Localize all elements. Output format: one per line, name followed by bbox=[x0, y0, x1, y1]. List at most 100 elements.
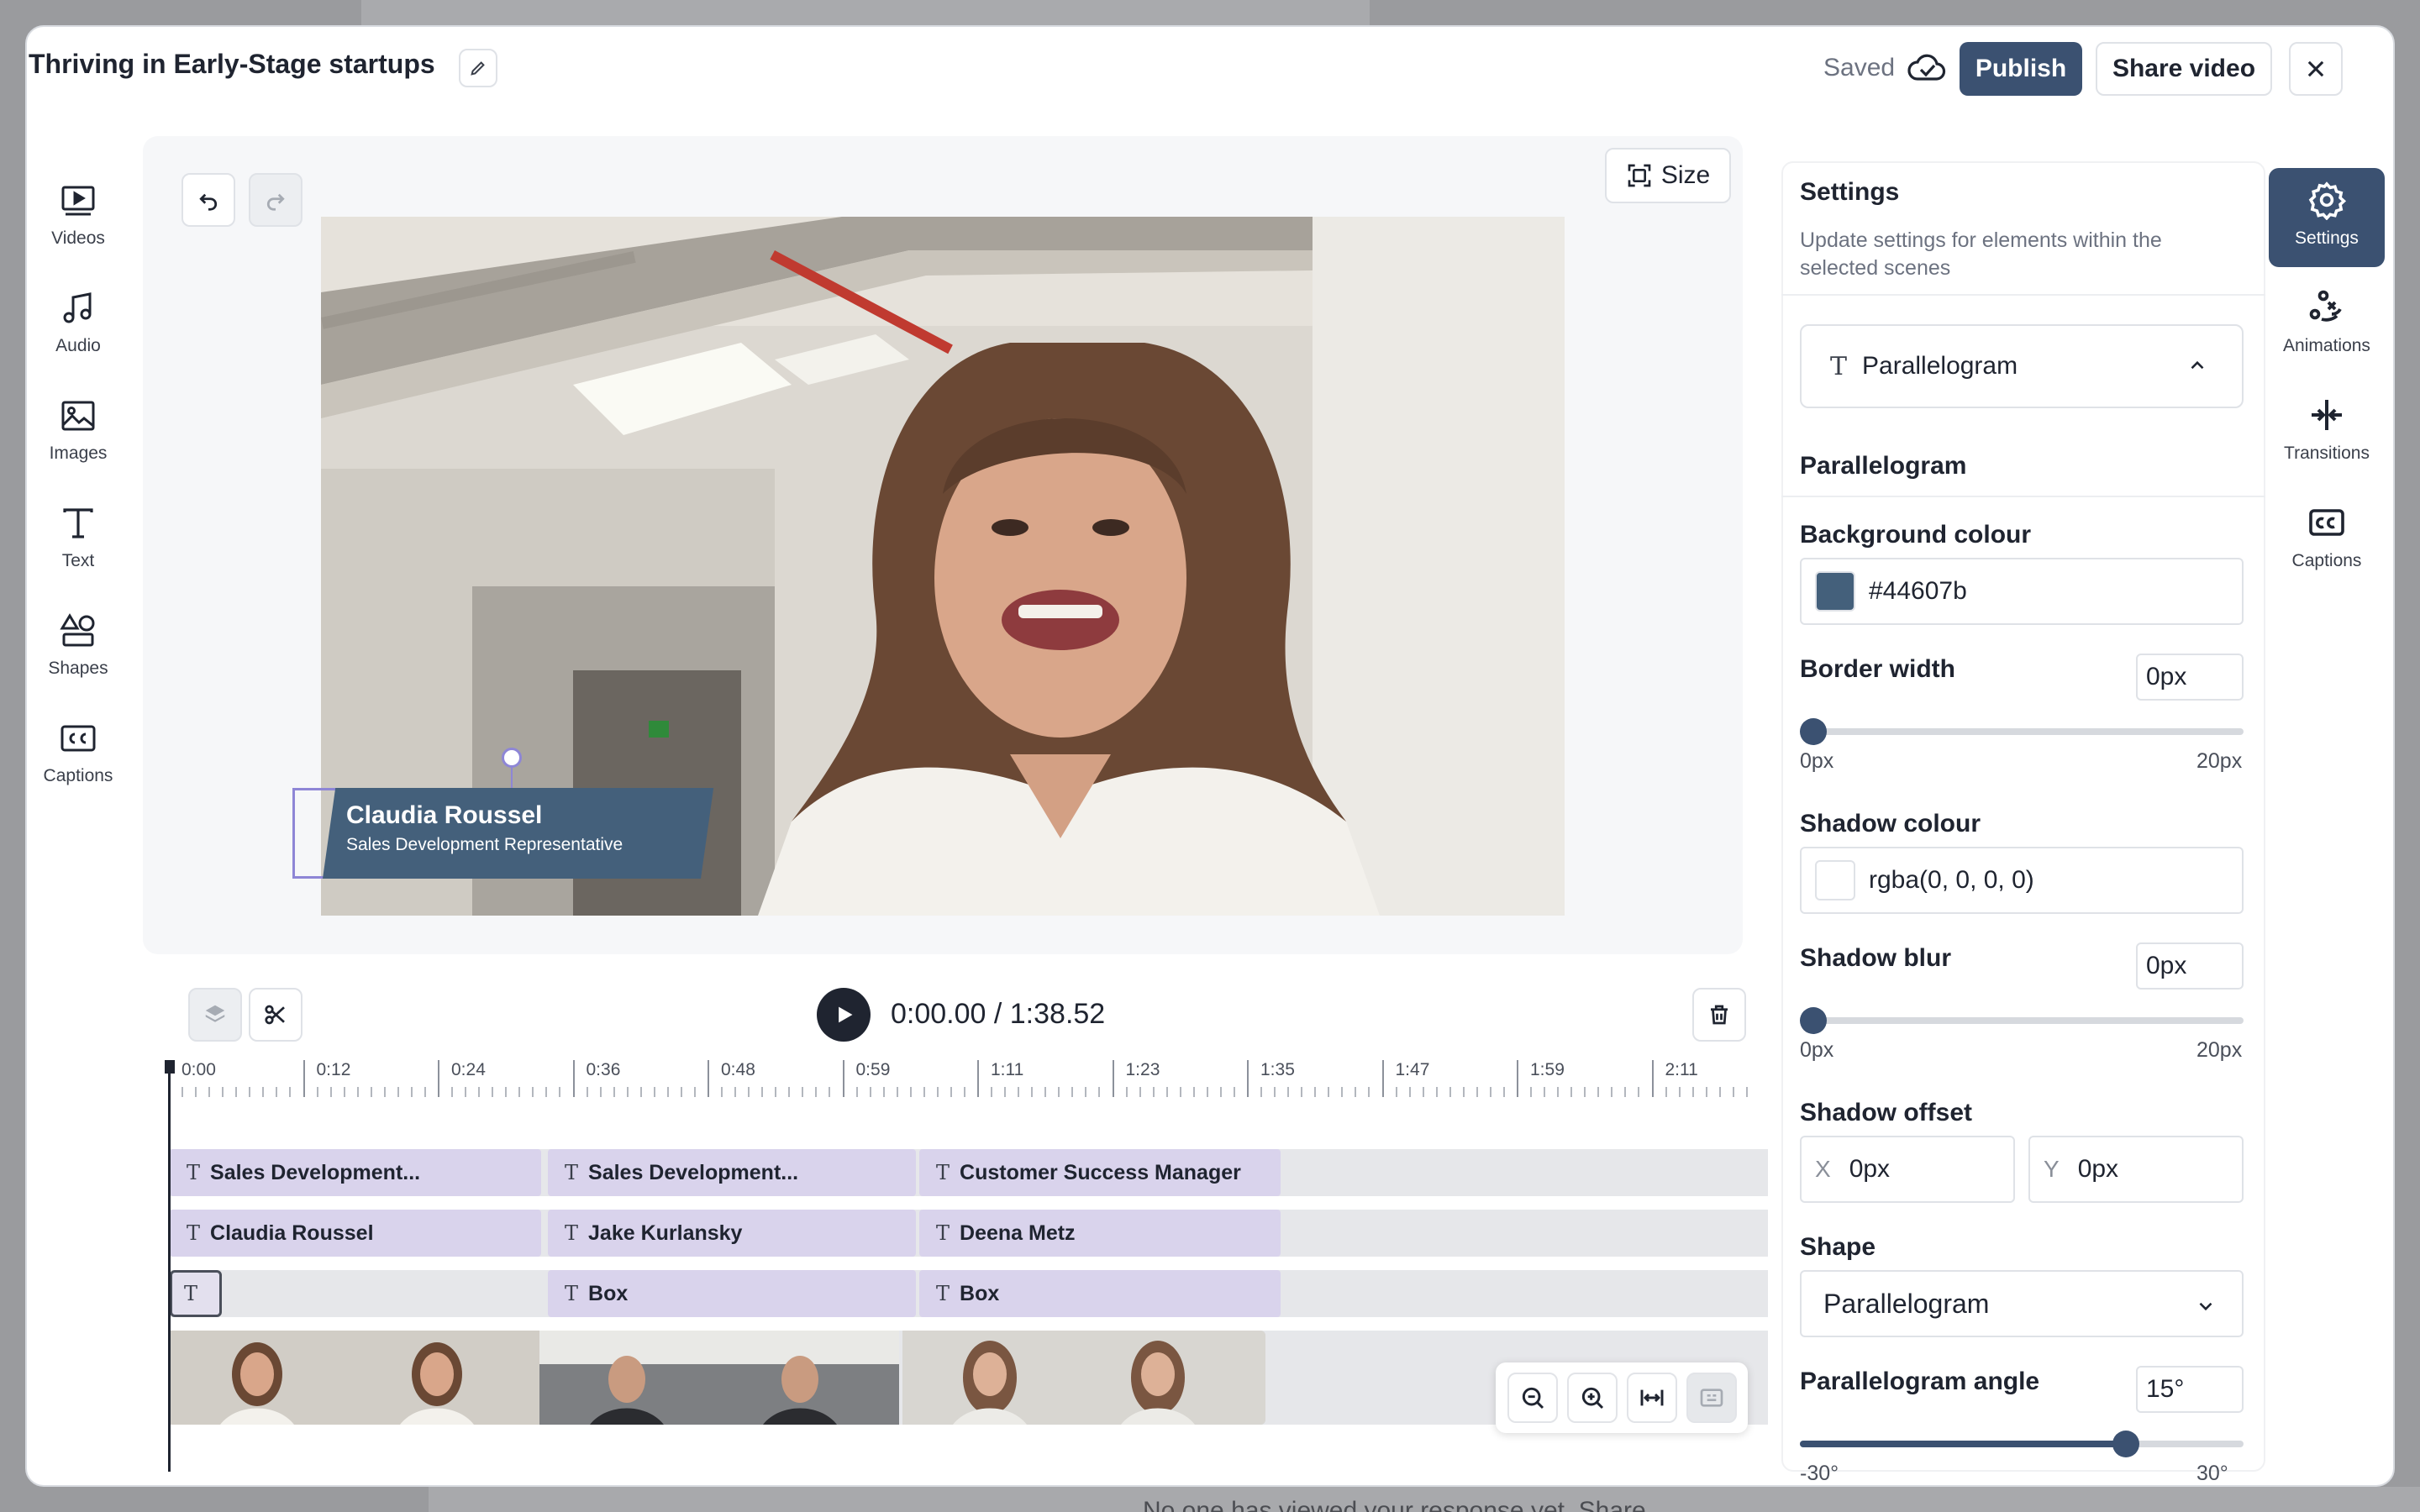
ruler-tick bbox=[1651, 1060, 1654, 1097]
rail-audio[interactable]: Audio bbox=[17, 287, 139, 380]
ruler-tick bbox=[734, 1087, 737, 1097]
trash-icon bbox=[1711, 1005, 1728, 1025]
ruler-tick bbox=[1058, 1087, 1060, 1097]
clip-shape-2[interactable]: T Box bbox=[548, 1270, 916, 1317]
pencil-icon bbox=[471, 61, 485, 76]
video-thumbnail[interactable] bbox=[708, 1331, 899, 1425]
rail-text[interactable]: Text bbox=[17, 502, 139, 595]
cloud-check-icon bbox=[1907, 54, 1946, 81]
text-icon: T bbox=[936, 1161, 950, 1184]
video-thumbnail[interactable] bbox=[336, 1331, 539, 1425]
share-video-button[interactable]: Share video bbox=[2096, 42, 2272, 96]
zoom-in-button[interactable] bbox=[1566, 1373, 1618, 1423]
ruler-tick bbox=[208, 1087, 211, 1097]
shadow-offset-x-input[interactable]: X 0px bbox=[1800, 1136, 2015, 1203]
slider-thumb[interactable] bbox=[1800, 1007, 1827, 1034]
fit-timeline-button[interactable] bbox=[1626, 1373, 1677, 1423]
playhead[interactable] bbox=[168, 1060, 171, 1472]
background-colour-label: Background colour bbox=[1800, 521, 2032, 549]
redo-button[interactable] bbox=[249, 173, 302, 227]
lower-third-name: Claudia Roussel bbox=[346, 801, 543, 829]
shape-select[interactable]: Parallelogram bbox=[1800, 1270, 2244, 1337]
undo-button[interactable] bbox=[182, 173, 235, 227]
layers-button[interactable] bbox=[188, 988, 242, 1042]
background-colour-field[interactable]: #44607b bbox=[1800, 558, 2244, 625]
size-button[interactable]: Size bbox=[1605, 148, 1731, 203]
play-button[interactable] bbox=[817, 988, 871, 1042]
rail-animations-label: Animations bbox=[2283, 336, 2370, 355]
ruler-tick bbox=[1341, 1087, 1344, 1097]
rail-videos[interactable]: Videos bbox=[17, 180, 139, 272]
video-thumbnail[interactable] bbox=[170, 1331, 336, 1425]
ruler-tick bbox=[1718, 1087, 1721, 1097]
clip-title-1[interactable]: T Sales Development... bbox=[170, 1149, 541, 1196]
zoom-out-button[interactable] bbox=[1507, 1373, 1558, 1423]
rail-captions-right[interactable]: Captions bbox=[2269, 491, 2385, 590]
background-colour-swatch[interactable] bbox=[1815, 571, 1855, 612]
slider-thumb[interactable] bbox=[1800, 718, 1827, 745]
rotate-handle[interactable] bbox=[502, 748, 522, 768]
clip-name-2[interactable]: T Jake Kurlansky bbox=[548, 1210, 916, 1257]
clip-title-2[interactable]: T Sales Development... bbox=[548, 1149, 916, 1196]
zoom-in-icon bbox=[1581, 1387, 1603, 1410]
ruler-tick bbox=[465, 1087, 467, 1097]
slider-thumb[interactable] bbox=[2112, 1431, 2139, 1457]
clip-shape-3-label: Box bbox=[960, 1281, 1000, 1305]
settings-divider bbox=[1781, 496, 2265, 497]
shadow-blur-input[interactable]: 0px bbox=[2136, 942, 2244, 990]
publish-button[interactable]: Publish bbox=[1960, 42, 2082, 96]
ruler-tick bbox=[1597, 1087, 1600, 1097]
split-button[interactable] bbox=[249, 988, 302, 1042]
ruler-tick bbox=[788, 1087, 791, 1097]
parallelogram-angle-label: Parallelogram angle bbox=[1800, 1368, 2040, 1395]
clip-name-3[interactable]: T Deena Metz bbox=[919, 1210, 1281, 1257]
rail-settings[interactable]: Settings bbox=[2269, 168, 2385, 267]
shape-label: Shape bbox=[1800, 1233, 1876, 1261]
clip-name-1[interactable]: T Claudia Roussel bbox=[170, 1210, 541, 1257]
clip-shape-1-selected[interactable]: T bbox=[170, 1270, 222, 1317]
text-icon: T bbox=[936, 1282, 950, 1305]
element-accordion[interactable]: T Parallelogram bbox=[1800, 324, 2244, 408]
clip-name-3-label: Deena Metz bbox=[960, 1221, 1076, 1245]
timecode: 0:00.00 / 1:38.52 bbox=[891, 998, 1106, 1030]
shadow-blur-slider[interactable] bbox=[1800, 1007, 2244, 1034]
clip-shape-3[interactable]: T Box bbox=[919, 1270, 1281, 1317]
ruler-tick bbox=[1395, 1087, 1397, 1097]
ruler-tick bbox=[1557, 1087, 1560, 1097]
slider-min-label: -30° bbox=[1800, 1462, 1839, 1485]
rail-animations[interactable]: Animations bbox=[2269, 276, 2385, 375]
rail-transitions[interactable]: Transitions bbox=[2269, 383, 2385, 482]
rail-images[interactable]: Images bbox=[17, 395, 139, 487]
rotate-handle-line bbox=[511, 768, 513, 788]
rail-captions[interactable]: Captions bbox=[17, 717, 139, 810]
music-note-icon bbox=[63, 292, 92, 323]
parallelogram-angle-input[interactable]: 15° bbox=[2136, 1366, 2244, 1413]
rail-captions-label: Captions bbox=[43, 766, 113, 785]
rail-shapes[interactable]: Shapes bbox=[17, 610, 139, 702]
ruler-tick bbox=[963, 1087, 965, 1097]
shadow-colour-swatch[interactable] bbox=[1815, 860, 1855, 900]
ruler-tick bbox=[896, 1087, 898, 1097]
shadow-offset-y-input[interactable]: Y 0px bbox=[2028, 1136, 2244, 1203]
ruler-tick bbox=[532, 1087, 534, 1097]
ruler-tick bbox=[1678, 1087, 1681, 1097]
video-thumbnail[interactable] bbox=[539, 1331, 708, 1425]
border-width-slider[interactable] bbox=[1800, 718, 2244, 745]
video-thumbnail[interactable] bbox=[1071, 1331, 1265, 1425]
animations-icon bbox=[2309, 290, 2342, 322]
parallelogram-angle-slider[interactable] bbox=[1800, 1431, 2244, 1457]
ruler-label: 1:47 bbox=[1395, 1060, 1430, 1079]
close-button[interactable] bbox=[2289, 42, 2343, 96]
shadow-colour-field[interactable]: rgba(0, 0, 0, 0) bbox=[1800, 847, 2244, 914]
ruler-tick bbox=[329, 1087, 332, 1097]
caption-toggle-button[interactable] bbox=[1686, 1373, 1737, 1423]
border-width-input[interactable]: 0px bbox=[2136, 654, 2244, 701]
edit-title-button[interactable] bbox=[459, 49, 497, 87]
clip-title-3[interactable]: T Customer Success Manager bbox=[919, 1149, 1281, 1196]
x-axis-label: X bbox=[1815, 1156, 1831, 1182]
rail-transitions-label: Transitions bbox=[2284, 444, 2370, 463]
delete-button[interactable] bbox=[1692, 988, 1746, 1042]
ruler-tick bbox=[1179, 1087, 1181, 1097]
video-thumbnail[interactable] bbox=[902, 1331, 1071, 1425]
timeline-ruler[interactable]: 0:00 0:12 0:24 0:36 0:48 0:59 1:11 1:23 1:35 1:47… bbox=[168, 1060, 1756, 1100]
